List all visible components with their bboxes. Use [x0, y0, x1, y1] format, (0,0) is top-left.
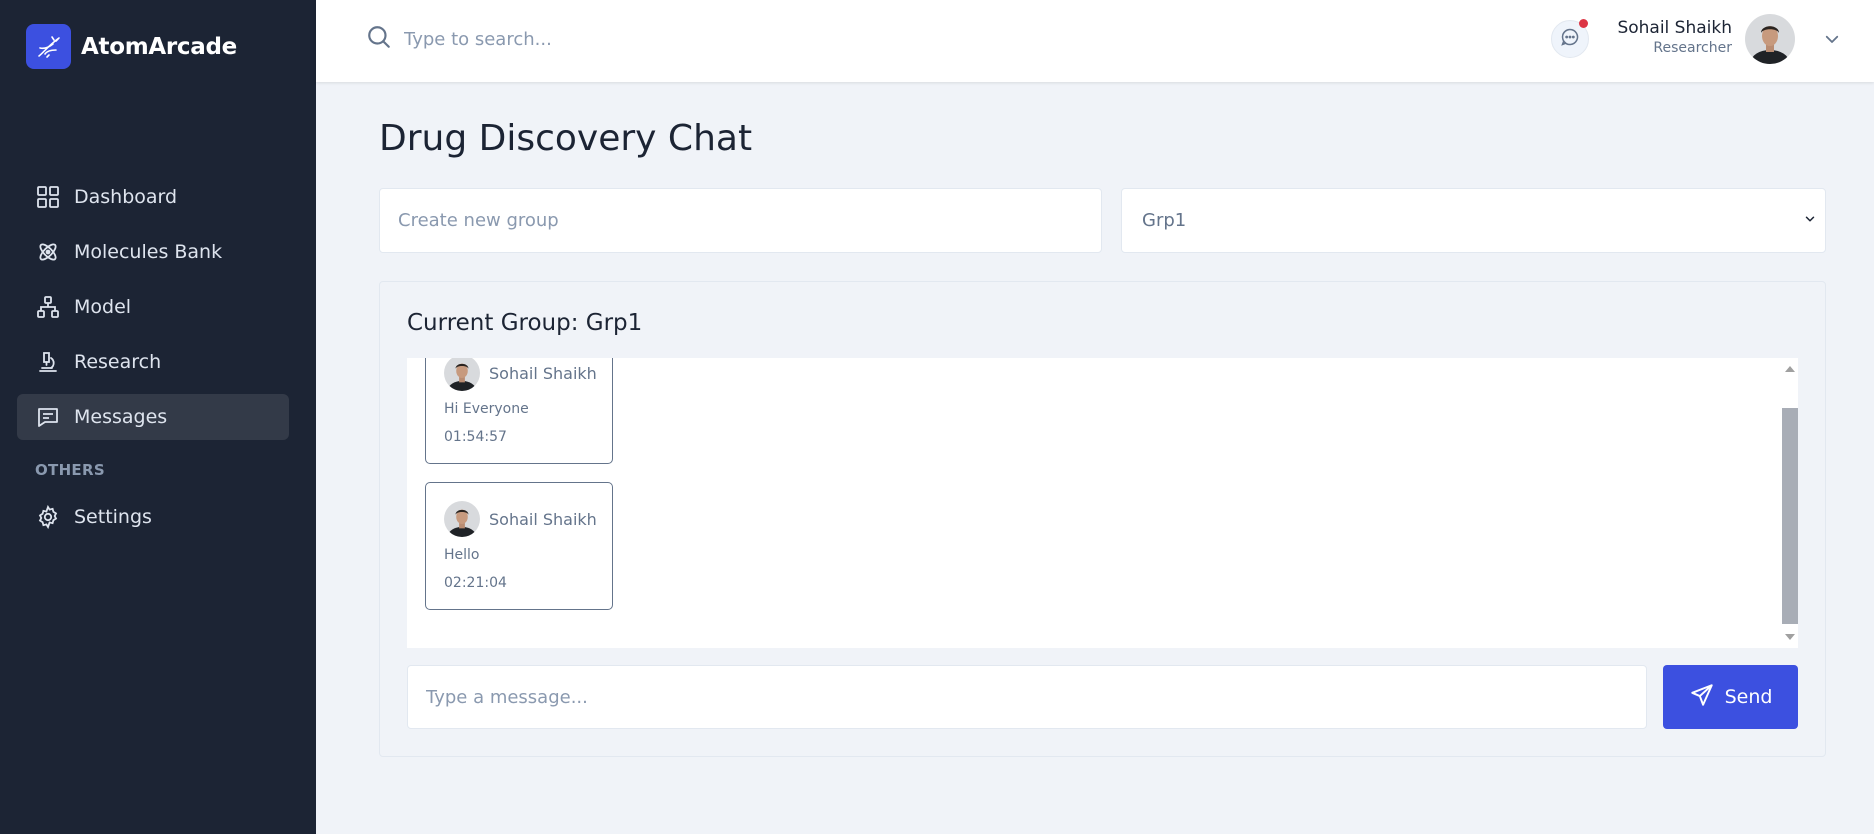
message-sender: Sohail Shaikh [489, 363, 597, 383]
group-select-value: Grp1 [1142, 210, 1187, 231]
sidebar-item-label: Settings [74, 506, 152, 528]
new-group-input[interactable] [380, 189, 1101, 252]
chat-notification-button[interactable] [1551, 19, 1589, 58]
message-icon [35, 404, 61, 430]
message-sender: Sohail Shaikh [489, 509, 597, 529]
avatar[interactable] [1745, 14, 1795, 64]
message-text: Hi Everyone [444, 401, 529, 417]
user-name: Sohail Shaikh [1617, 18, 1732, 38]
sidebar-item-label: Dashboard [74, 186, 178, 208]
sidebar-nav: Dashboard Molecules Bank Model Research … [17, 174, 289, 549]
scrollbar-thumb[interactable] [1782, 408, 1798, 624]
chevron-down-icon [1803, 210, 1817, 231]
notification-dot [1579, 19, 1588, 28]
sidebar-item-label: Messages [74, 406, 168, 428]
message-time: 02:21:04 [444, 575, 507, 591]
message-card: Sohail Shaikh Hello 02:21:04 [425, 482, 613, 610]
brand[interactable]: AtomArcade [26, 24, 237, 69]
sidebar-item-research[interactable]: Research [17, 339, 289, 385]
message-time: 01:54:57 [444, 429, 507, 445]
dna-logo-icon [26, 24, 71, 69]
current-group-title: Current Group: Grp1 [407, 310, 643, 336]
microscope-icon [35, 349, 61, 375]
sidebar-item-label: Research [74, 351, 162, 373]
message-header: Sohail Shaikh [444, 358, 597, 391]
send-button[interactable]: Send [1663, 665, 1798, 729]
user-info[interactable]: Sohail Shaikh Researcher [1617, 18, 1732, 56]
gear-icon [35, 504, 61, 530]
chevron-down-icon[interactable] [1823, 30, 1841, 52]
sidebar-item-label: Molecules Bank [74, 241, 223, 263]
sidebar-item-label: Model [74, 296, 132, 318]
atom-icon [35, 239, 61, 265]
grid-icon [35, 184, 61, 210]
new-group-field [379, 188, 1102, 253]
search-icon[interactable] [366, 24, 392, 54]
sidebar-item-molecules-bank[interactable]: Molecules Bank [17, 229, 289, 275]
message-text: Hello [444, 547, 480, 563]
page-title: Drug Discovery Chat [379, 118, 753, 159]
send-label: Send [1724, 686, 1773, 708]
search-input[interactable] [404, 28, 804, 50]
avatar [444, 501, 480, 537]
sidebar-item-messages[interactable]: Messages [17, 394, 289, 440]
message-field [407, 665, 1647, 729]
chat-bubble-icon [1560, 27, 1580, 51]
search-bar [366, 24, 804, 54]
top-header: Sohail Shaikh Researcher [316, 0, 1874, 82]
user-role: Researcher [1653, 40, 1732, 56]
scroll-up-arrow-icon[interactable] [1785, 366, 1795, 372]
scrollbar[interactable] [1782, 358, 1798, 648]
message-header: Sohail Shaikh [444, 501, 597, 537]
avatar [444, 358, 480, 391]
message-list[interactable]: Sohail Shaikh Hi Everyone 01:54:57 Sohai… [407, 358, 1798, 648]
sidebar-item-settings[interactable]: Settings [17, 494, 289, 540]
group-select[interactable]: Grp1 [1121, 188, 1826, 253]
hierarchy-icon [35, 294, 61, 320]
send-icon [1689, 682, 1715, 713]
sidebar-item-dashboard[interactable]: Dashboard [17, 174, 289, 220]
brand-name: AtomArcade [81, 33, 237, 60]
sidebar-item-model[interactable]: Model [17, 284, 289, 330]
sidebar-section-others: OTHERS [35, 461, 105, 479]
scroll-down-arrow-icon[interactable] [1785, 634, 1795, 640]
chat-panel: Current Group: Grp1 Sohail Shaikh Hi Eve… [379, 281, 1826, 757]
message-input[interactable] [408, 666, 1646, 728]
sidebar: AtomArcade Dashboard Molecules Bank Mode… [0, 0, 316, 834]
message-card: Sohail Shaikh Hi Everyone 01:54:57 [425, 358, 613, 464]
